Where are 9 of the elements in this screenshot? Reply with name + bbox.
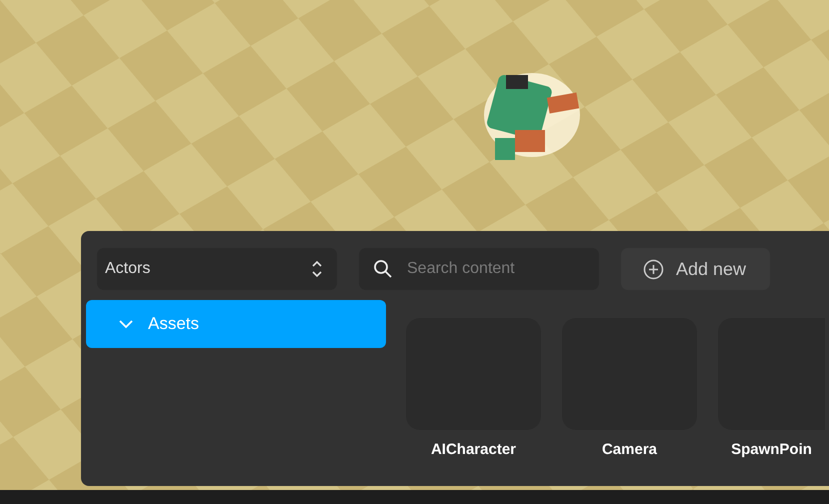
asset-label: AICharacter: [430, 440, 516, 460]
asset-label: Camera: [602, 440, 658, 460]
search-field[interactable]: Search content: [359, 248, 599, 290]
up-down-chevron-icon: [311, 259, 323, 279]
add-new-button[interactable]: Add new: [621, 248, 770, 290]
category-select[interactable]: Actors: [97, 248, 337, 290]
plus-circle-icon: [643, 258, 664, 280]
asset-label: SpawnPoin: [731, 440, 812, 460]
search-icon: [373, 259, 393, 279]
